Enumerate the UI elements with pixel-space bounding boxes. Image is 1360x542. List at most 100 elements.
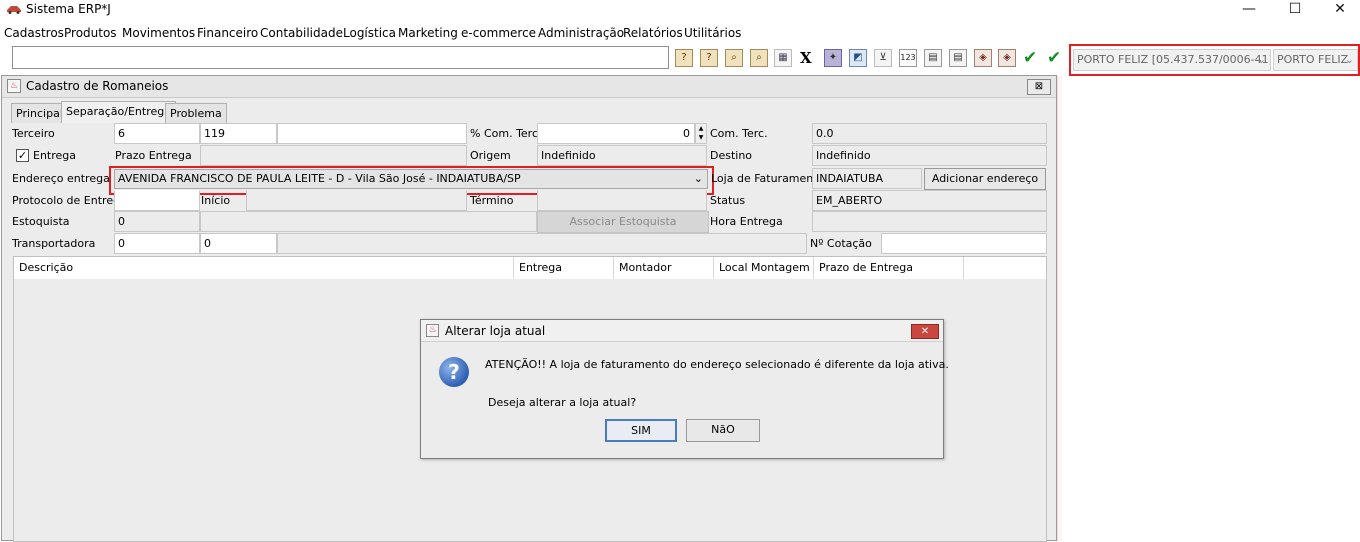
check-icon[interactable]: ✔ bbox=[1023, 48, 1037, 68]
frame-title: Cadastro de Romaneios bbox=[26, 79, 169, 93]
menu-administracao[interactable]: Administração bbox=[538, 26, 624, 40]
menu-utilitarios[interactable]: Utilitários bbox=[684, 26, 741, 40]
chart-icon[interactable]: ◩ bbox=[849, 49, 867, 67]
store-select-value: PORTO FELIZ [05.437.537/0006-41] bbox=[1077, 53, 1271, 66]
cart-icon[interactable]: ⊻ bbox=[874, 49, 892, 67]
store-selector-highlight: PORTO FELIZ [05.437.537/0006-41] ⌄ PORTO… bbox=[1069, 44, 1360, 76]
col-local-montagem[interactable]: Local Montagem bbox=[714, 257, 814, 279]
close-window-button[interactable]: ✕ bbox=[1317, 0, 1360, 20]
menu-financeiro[interactable]: Financeiro bbox=[197, 26, 258, 40]
store-select[interactable]: PORTO FELIZ [05.437.537/0006-41] ⌄ bbox=[1073, 49, 1271, 71]
col-montador[interactable]: Montador bbox=[614, 257, 714, 279]
com-terc-field: 0.0 bbox=[812, 123, 1047, 144]
cotacao-input[interactable] bbox=[881, 233, 1047, 254]
terceiro-code-input[interactable]: 6 bbox=[114, 123, 200, 144]
romaneio-frame: ♨ Cadastro de Romaneios ⊠ Principal Sepa… bbox=[1, 75, 1057, 542]
calendar-icon[interactable]: 123 bbox=[899, 49, 917, 67]
java-icon: ♨ bbox=[7, 79, 21, 93]
tab-problema[interactable]: Problema bbox=[165, 103, 227, 123]
inicio-field bbox=[246, 190, 467, 211]
prazo-entrega-field bbox=[200, 145, 467, 166]
inicio-label: Início bbox=[201, 194, 231, 207]
hora-entrega-label: Hora Entrega bbox=[710, 215, 783, 228]
toolbar: ? ? ⌕ ⌕ ▦ X ✦ ◩ ⊻ 123 ▤ ▤ ◈ ◈ ✔ ✔ PORTO … bbox=[0, 44, 1360, 76]
endereco-select-value: AVENIDA FRANCISCO DE PAULA LEITE - D - V… bbox=[118, 172, 521, 185]
transportadora-code-input[interactable]: 0 bbox=[114, 233, 200, 254]
question-icon: ? bbox=[439, 357, 469, 387]
check2-icon[interactable]: ✔ bbox=[1047, 48, 1061, 68]
dialog-title: Alterar loja atual bbox=[445, 324, 546, 338]
termino-label: Término bbox=[470, 194, 514, 207]
terceiro-num-input[interactable]: 119 bbox=[200, 123, 277, 144]
dialog-question: Deseja alterar a loja atual? bbox=[488, 396, 637, 409]
register-icon[interactable]: ▤ bbox=[924, 49, 942, 67]
origem-field: Indefinido bbox=[537, 145, 707, 166]
endereco-select[interactable]: AVENIDA FRANCISCO DE PAULA LEITE - D - V… bbox=[114, 169, 708, 189]
com-terc-pct-spinner[interactable]: ▲ ▼ bbox=[695, 123, 707, 144]
maximize-button[interactable]: ☐ bbox=[1272, 0, 1318, 20]
col-entrega[interactable]: Entrega bbox=[514, 257, 614, 279]
com-terc-pct-input[interactable]: 0 bbox=[537, 123, 695, 144]
dialog-close-icon[interactable]: ✕ bbox=[911, 324, 939, 339]
frame-close-button[interactable]: ⊠ bbox=[1027, 79, 1051, 95]
nao-button[interactable]: NãO bbox=[686, 419, 760, 442]
associar-estoquista-button[interactable]: Associar Estoquista bbox=[537, 211, 709, 233]
termino-field bbox=[537, 190, 707, 211]
tab-principal[interactable]: Principal bbox=[11, 103, 68, 123]
transportadora-num-input[interactable]: 0 bbox=[200, 233, 277, 254]
close-x-icon[interactable]: X bbox=[800, 49, 812, 67]
register2-icon[interactable]: ▤ bbox=[949, 49, 967, 67]
loja-faturamento-field: INDAIATUBA bbox=[812, 168, 922, 189]
menu-movimentos[interactable]: Movimentos bbox=[122, 26, 195, 40]
help-alt-icon[interactable]: ? bbox=[700, 49, 718, 67]
destino-label: Destino bbox=[710, 149, 753, 162]
endereco-label: Endereço entrega bbox=[12, 172, 110, 185]
command-input[interactable] bbox=[12, 46, 669, 69]
tag2-icon[interactable]: ◈ bbox=[998, 49, 1016, 67]
estoquista-field: 0 bbox=[114, 211, 200, 232]
adicionar-endereco-button[interactable]: Adicionar endereço bbox=[924, 168, 1046, 190]
entrega-checkbox[interactable]: ✓ bbox=[16, 149, 29, 162]
chevron-down-icon: ⌄ bbox=[1344, 53, 1354, 66]
sim-button[interactable]: SIM bbox=[605, 419, 677, 442]
menu-logistica[interactable]: Logística bbox=[343, 26, 396, 40]
menu-contabilidade[interactable]: Contabilidade bbox=[260, 26, 343, 40]
window-titlebar: Sistema ERP*J — ☐ ✕ bbox=[0, 0, 1360, 20]
status-field: EM_ABERTO bbox=[812, 190, 1047, 211]
menu-marketing[interactable]: Marketing bbox=[398, 26, 458, 40]
com-terc-label: Com. Terc. bbox=[710, 127, 768, 140]
menu-relatorios[interactable]: Relatórios bbox=[623, 26, 683, 40]
transportadora-label: Transportadora bbox=[12, 237, 96, 250]
search-doc2-icon[interactable]: ⌕ bbox=[750, 49, 768, 67]
tools-icon[interactable]: ✦ bbox=[824, 49, 842, 67]
dialog-titlebar: ♨ Alterar loja atual ✕ bbox=[421, 320, 943, 342]
search-doc-icon[interactable]: ⌕ bbox=[725, 49, 743, 67]
store-select-short[interactable]: PORTO FELIZ ⌄ bbox=[1273, 49, 1358, 71]
transportadora-name-field bbox=[277, 233, 807, 254]
tab-separacao-entrega[interactable]: Separação/Entrega bbox=[61, 101, 176, 123]
terceiro-label: Terceiro bbox=[12, 127, 55, 140]
col-prazo-entrega[interactable]: Prazo de Entrega bbox=[814, 257, 964, 279]
protocolo-input[interactable] bbox=[114, 190, 200, 211]
hora-entrega-field bbox=[812, 211, 1047, 232]
tag-icon[interactable]: ◈ bbox=[974, 49, 992, 67]
side-panel bbox=[1057, 76, 1351, 541]
calculator-icon[interactable]: ▦ bbox=[774, 49, 792, 67]
app-icon bbox=[6, 4, 22, 14]
chevron-down-icon: ⌄ bbox=[693, 172, 703, 185]
frame-titlebar: ♨ Cadastro de Romaneios ⊠ bbox=[2, 76, 1056, 98]
col-descricao[interactable]: Descrição bbox=[14, 257, 514, 279]
menu-produtos[interactable]: Produtos bbox=[64, 26, 117, 40]
menu-cadastros[interactable]: Cadastros bbox=[4, 26, 64, 40]
help-icon[interactable]: ? bbox=[675, 49, 693, 67]
terceiro-name-field bbox=[277, 123, 467, 144]
menu-bar: Cadastros Produtos Movimentos Financeiro… bbox=[0, 23, 1360, 43]
menu-ecommerce[interactable]: e-commerce bbox=[461, 26, 536, 40]
com-terc-pct-label: % Com. Terc. bbox=[470, 127, 537, 140]
protocolo-label: Protocolo de Entrega bbox=[12, 194, 114, 207]
window-title: Sistema ERP*J bbox=[26, 2, 111, 16]
java-icon: ♨ bbox=[426, 324, 439, 337]
minimize-button[interactable]: — bbox=[1226, 0, 1272, 20]
origem-label: Origem bbox=[470, 149, 511, 162]
prazo-entrega-label: Prazo Entrega bbox=[115, 149, 192, 162]
